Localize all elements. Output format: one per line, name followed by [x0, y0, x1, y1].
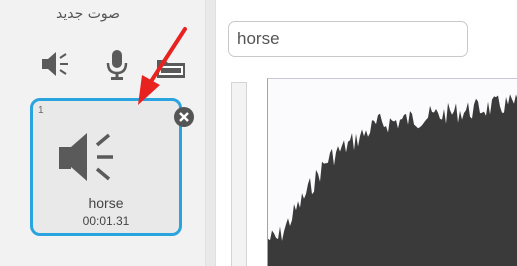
delete-sound-button[interactable]: [174, 107, 194, 127]
speaker-icon: [42, 52, 68, 76]
editor-scrollbar[interactable]: [231, 82, 247, 266]
panel-divider: [205, 0, 216, 266]
speaker-icon: [59, 133, 113, 181]
microphone-icon: [106, 50, 128, 80]
sound-name-input[interactable]: [228, 21, 468, 57]
sound-index: 1: [38, 105, 44, 116]
new-sound-label: صوت جديد: [56, 6, 120, 22]
waveform-shape: [268, 94, 517, 266]
close-icon: [179, 112, 189, 122]
sound-sidebar: صوت جديد 1 horse 00:01.31: [0, 0, 205, 266]
red-arrow-icon: [138, 27, 187, 105]
sound-item-horse[interactable]: 1 horse 00:01.31: [30, 98, 182, 236]
sound-duration-label: 00:01.31: [82, 214, 130, 228]
choose-sound-from-library-button[interactable]: [40, 46, 70, 82]
record-new-sound-button[interactable]: [102, 46, 132, 82]
waveform-editor[interactable]: [267, 78, 517, 266]
sound-name-label: horse: [88, 195, 124, 211]
waveform-graphic: [268, 94, 517, 266]
